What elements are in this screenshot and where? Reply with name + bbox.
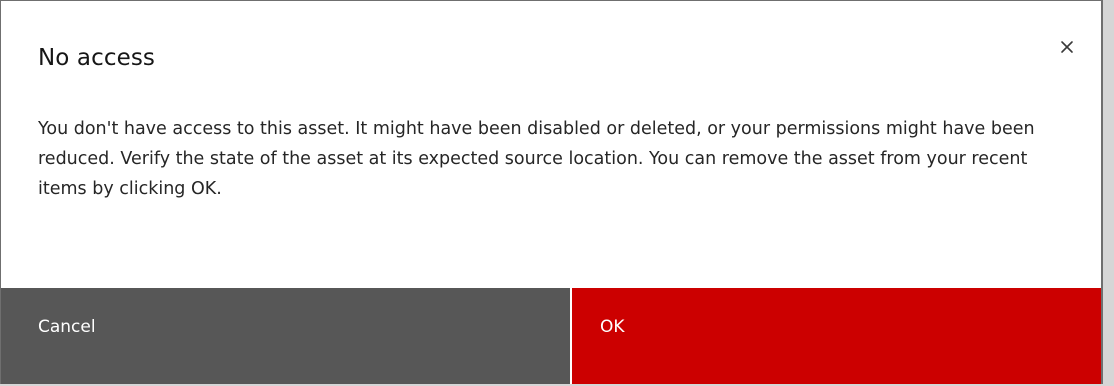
dialog-message: You don't have access to this asset. It … xyxy=(38,119,1035,199)
cancel-button[interactable]: Cancel xyxy=(1,288,570,384)
dialog-title: No access xyxy=(38,45,155,71)
close-icon xyxy=(1061,41,1073,53)
no-access-dialog: No access You don't have access to this … xyxy=(0,0,1103,384)
close-button[interactable] xyxy=(1053,33,1081,61)
dialog-footer: Cancel OK xyxy=(1,288,1101,384)
ok-button[interactable]: OK xyxy=(570,288,1101,384)
